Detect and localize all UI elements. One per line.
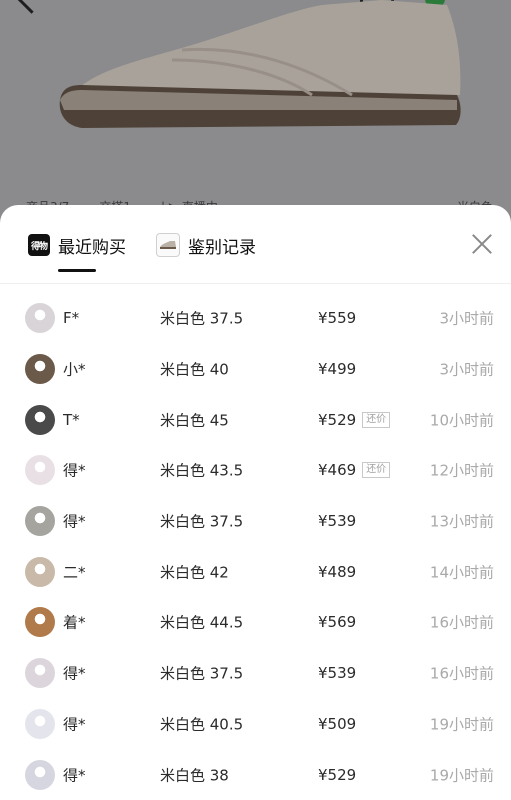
recent-purchases-sheet: 得物 最近购买 鉴别记录 F* 米白色 37.5 ¥559 3小时前 小* 米白… bbox=[0, 205, 511, 800]
avatar bbox=[25, 303, 55, 334]
avatar bbox=[25, 759, 55, 790]
avatar bbox=[25, 708, 55, 739]
purchase-time: 13小时前 bbox=[429, 512, 494, 531]
price: ¥529 还价 bbox=[318, 410, 391, 429]
purchase-time: 19小时前 bbox=[429, 766, 494, 785]
size-spec: 米白色 45 bbox=[160, 411, 229, 430]
price: ¥539 bbox=[318, 664, 356, 682]
price: ¥469 还价 bbox=[318, 461, 391, 480]
purchase-row[interactable]: F* 米白色 37.5 ¥559 3小时前 bbox=[0, 293, 511, 344]
price: ¥509 bbox=[318, 715, 356, 733]
sheet-tabs: 得物 最近购买 鉴别记录 bbox=[0, 205, 511, 284]
purchase-time: 10小时前 bbox=[429, 411, 494, 430]
buyer-name: 着* bbox=[63, 613, 86, 632]
price-value: ¥489 bbox=[318, 562, 357, 581]
avatar bbox=[25, 354, 55, 385]
price-value: ¥559 bbox=[318, 309, 357, 328]
buyer-name: 得* bbox=[63, 766, 86, 785]
purchase-row[interactable]: 得* 米白色 38 ¥529 19小时前 bbox=[0, 749, 511, 800]
buyer-name: 得* bbox=[63, 664, 86, 683]
price-value: ¥539 bbox=[318, 664, 357, 683]
size-spec: 米白色 38 bbox=[160, 766, 229, 785]
shoe-image bbox=[59, 0, 461, 128]
shoe-thumbnail-icon bbox=[156, 233, 180, 257]
purchase-row[interactable]: 二* 米白色 42 ¥489 14小时前 bbox=[0, 546, 511, 597]
purchase-time: 3小时前 bbox=[439, 309, 494, 328]
avatar bbox=[25, 556, 55, 587]
product-page-background: 商品3/7 交搭1 | ▶ 直播中 米白色 bbox=[0, 0, 511, 230]
buyer-name: 小* bbox=[63, 360, 86, 379]
purchase-row[interactable]: 得* 米白色 43.5 ¥469 还价 12小时前 bbox=[0, 445, 511, 496]
purchase-row[interactable]: T* 米白色 45 ¥529 还价 10小时前 bbox=[0, 394, 511, 445]
active-tab-indicator bbox=[58, 269, 96, 272]
purchase-row[interactable]: 着* 米白色 44.5 ¥569 16小时前 bbox=[0, 597, 511, 648]
avatar bbox=[25, 404, 55, 435]
price-value: ¥569 bbox=[318, 613, 357, 632]
price-value: ¥509 bbox=[318, 714, 357, 733]
size-spec: 米白色 40 bbox=[160, 360, 229, 379]
avatar bbox=[25, 658, 55, 689]
dewu-logo-icon: 得物 bbox=[28, 234, 50, 256]
counter-offer-tag: 还价 bbox=[362, 462, 391, 479]
avatar bbox=[25, 506, 55, 537]
price: ¥539 bbox=[318, 512, 356, 530]
avatar bbox=[25, 607, 55, 638]
buyer-name: 得* bbox=[63, 715, 86, 734]
size-spec: 米白色 44.5 bbox=[160, 613, 244, 632]
counter-offer-tag: 还价 bbox=[362, 411, 391, 428]
size-spec: 米白色 42 bbox=[160, 563, 229, 582]
price-value: ¥469 bbox=[318, 461, 357, 480]
size-spec: 米白色 40.5 bbox=[160, 715, 244, 734]
buyer-name: 得* bbox=[63, 512, 86, 531]
buyer-name: 得* bbox=[63, 461, 86, 480]
size-spec: 米白色 37.5 bbox=[160, 512, 244, 531]
avatar bbox=[25, 455, 55, 486]
buyer-name: F* bbox=[63, 309, 80, 328]
close-icon[interactable] bbox=[471, 233, 493, 255]
price: ¥559 bbox=[318, 309, 356, 327]
purchase-time: 16小时前 bbox=[429, 613, 494, 632]
price-value: ¥529 bbox=[318, 410, 357, 429]
purchase-time: 3小时前 bbox=[439, 360, 494, 379]
price-value: ¥539 bbox=[318, 512, 357, 531]
buyer-name: T* bbox=[63, 410, 80, 429]
buyer-name: 二* bbox=[63, 563, 86, 582]
purchase-row[interactable]: 小* 米白色 40 ¥499 3小时前 bbox=[0, 344, 511, 395]
purchase-time: 14小时前 bbox=[429, 563, 494, 582]
tab-recent-purchases[interactable]: 得物 最近购买 bbox=[28, 233, 126, 258]
purchase-time: 16小时前 bbox=[429, 664, 494, 683]
purchase-row[interactable]: 得* 米白色 37.5 ¥539 16小时前 bbox=[0, 648, 511, 699]
purchase-time: 19小时前 bbox=[429, 715, 494, 734]
tab-authentication-records[interactable]: 鉴别记录 bbox=[156, 233, 256, 258]
price-value: ¥529 bbox=[318, 765, 357, 784]
purchase-row[interactable]: 得* 米白色 40.5 ¥509 19小时前 bbox=[0, 699, 511, 750]
price: ¥569 bbox=[318, 613, 356, 631]
price: ¥529 bbox=[318, 766, 356, 784]
size-spec: 米白色 37.5 bbox=[160, 664, 244, 683]
price-value: ¥499 bbox=[318, 360, 357, 379]
price: ¥489 bbox=[318, 563, 356, 581]
purchase-time: 12小时前 bbox=[429, 461, 494, 480]
tab-label: 最近购买 bbox=[58, 237, 126, 258]
purchase-row[interactable]: 得* 米白色 37.5 ¥539 13小时前 bbox=[0, 496, 511, 547]
purchase-list: F* 米白色 37.5 ¥559 3小时前 小* 米白色 40 ¥499 3小时… bbox=[0, 293, 511, 800]
tab-label: 鉴别记录 bbox=[188, 237, 256, 258]
size-spec: 米白色 43.5 bbox=[160, 461, 244, 480]
size-spec: 米白色 37.5 bbox=[160, 309, 244, 328]
price: ¥499 bbox=[318, 360, 356, 378]
back-arrow-icon[interactable] bbox=[15, 0, 48, 14]
